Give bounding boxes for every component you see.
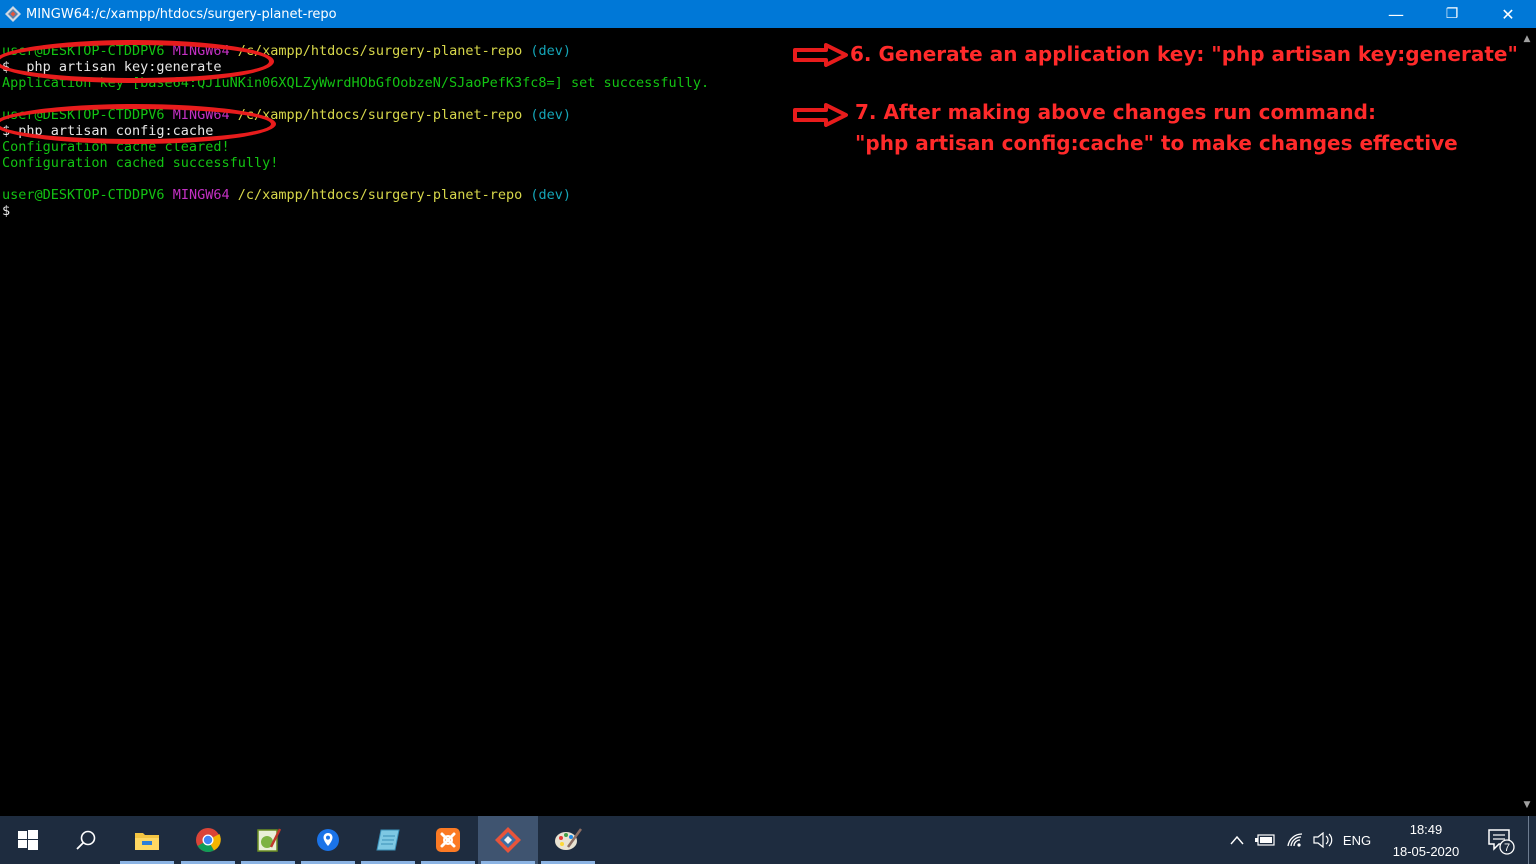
prompt-shell: MINGW64: [172, 187, 230, 203]
git-bash-icon: [495, 827, 521, 853]
restore-icon: ❐: [1445, 6, 1459, 22]
minimize-button[interactable]: —: [1368, 0, 1424, 28]
search-icon: [76, 830, 96, 850]
tray-overflow-button[interactable]: [1226, 816, 1248, 864]
prompt-branch: (dev): [530, 43, 572, 59]
window-titlebar[interactable]: MINGW64:/c/xampp/htdocs/surgery-planet-r…: [0, 0, 1536, 28]
taskbar-clock[interactable]: 18:49 18-05-2020: [1380, 816, 1472, 864]
file-explorer-icon: [135, 833, 159, 850]
taskbar-notepad-plus-plus[interactable]: [238, 816, 298, 864]
terminal-scrollbar[interactable]: ▲ ▼: [1518, 28, 1536, 816]
prompt-line: user@DESKTOP-CTDDPV6 MINGW64 /c/xampp/ht…: [2, 187, 571, 203]
chrome-icon: [196, 828, 221, 853]
xampp-icon: [436, 828, 460, 852]
minimize-icon: —: [1388, 4, 1404, 24]
close-button[interactable]: ✕: [1480, 0, 1536, 28]
tray-battery[interactable]: [1253, 816, 1277, 864]
tray-volume[interactable]: [1311, 816, 1335, 864]
taskbar-maps[interactable]: [298, 816, 358, 864]
taskbar-file-explorer[interactable]: [117, 816, 177, 864]
show-desktop-button[interactable]: [1528, 816, 1536, 864]
notepad-plus-plus-icon: [257, 828, 281, 852]
window-title: MINGW64:/c/xampp/htdocs/surgery-planet-r…: [26, 6, 337, 22]
taskbar-paint[interactable]: [538, 816, 598, 864]
prompt-path: /c/xampp/htdocs/surgery-planet-repo: [237, 107, 523, 123]
prompt-user: user@DESKTOP-CTDDPV6: [2, 187, 165, 203]
prompt-branch: (dev): [530, 187, 572, 203]
notification-icon: 7: [1488, 829, 1515, 855]
battery-icon: [1255, 834, 1275, 846]
highlight-ellipse: [0, 40, 274, 83]
scroll-down-icon[interactable]: ▼: [1518, 796, 1536, 814]
highlight-ellipse: [0, 104, 276, 144]
output-line: Configuration cached successfully!: [2, 155, 279, 171]
clock-date: 18-05-2020: [1392, 844, 1460, 859]
prompt-branch: (dev): [530, 107, 572, 123]
arrow-right-icon: [793, 43, 848, 67]
tray-language[interactable]: ENG: [1340, 816, 1374, 864]
clock-time: 18:49: [1409, 822, 1443, 837]
notification-count: 7: [1504, 842, 1510, 854]
prompt-path: /c/xampp/htdocs/surgery-planet-repo: [237, 43, 523, 59]
restore-button[interactable]: ❐: [1424, 0, 1480, 28]
scroll-up-icon[interactable]: ▲: [1518, 30, 1536, 48]
wifi-icon: [1287, 833, 1303, 847]
tray-wifi[interactable]: [1283, 816, 1307, 864]
language-indicator: ENG: [1342, 832, 1372, 848]
close-icon: ✕: [1501, 4, 1515, 24]
start-button[interactable]: [0, 816, 56, 864]
git-bash-icon: [5, 6, 21, 22]
taskbar-chrome[interactable]: [178, 816, 238, 864]
action-center-button[interactable]: 7: [1480, 816, 1520, 864]
paint-icon: [555, 828, 582, 850]
annotation-step6: 6. Generate an application key: "php art…: [850, 42, 1518, 66]
start-icon: [18, 830, 38, 850]
taskbar: ENG 18:49 18-05-2020 7: [0, 816, 1536, 864]
arrow-right-icon: [793, 103, 848, 127]
taskbar-notes[interactable]: [358, 816, 418, 864]
chevron-up-icon: [1230, 835, 1244, 845]
prompt-path: /c/xampp/htdocs/surgery-planet-repo: [237, 187, 523, 203]
taskbar-git-bash[interactable]: [478, 816, 538, 864]
notes-icon: [376, 829, 400, 851]
annotation-step7-line2: "php artisan config:cache" to make chang…: [855, 131, 1458, 155]
search-button[interactable]: [56, 816, 116, 864]
speaker-icon: [1313, 832, 1333, 848]
annotation-step7-line1: 7. After making above changes run comman…: [855, 100, 1376, 124]
taskbar-xampp[interactable]: [418, 816, 478, 864]
command-line: $: [2, 203, 11, 219]
maps-icon: [317, 829, 339, 851]
